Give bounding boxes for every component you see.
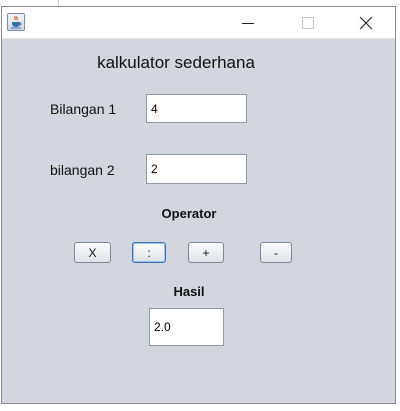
add-button[interactable]: + [188, 242, 224, 263]
title-bar[interactable] [2, 7, 395, 39]
bilangan-2-label: bilangan 2 [50, 162, 115, 178]
form-heading: kalkulator sederhana [97, 53, 255, 72]
multiply-button[interactable]: X [74, 242, 111, 263]
hasil-output[interactable] [149, 308, 224, 346]
minimize-icon [242, 22, 254, 24]
minimize-button[interactable] [225, 7, 271, 38]
subtract-button[interactable]: - [260, 242, 292, 263]
calculator-window: kalkulator sederhana Bilangan 1 bilangan… [1, 6, 396, 404]
operator-label: Operator [161, 206, 217, 221]
java-cup-icon[interactable] [7, 13, 25, 31]
bilangan-2-input[interactable] [146, 154, 247, 184]
close-button[interactable] [343, 7, 389, 38]
close-icon [359, 16, 373, 29]
maximize-icon [302, 16, 314, 29]
bilangan-1-label: Bilangan 1 [50, 101, 117, 117]
bilangan-1-input[interactable] [146, 94, 247, 123]
hasil-label: Hasil [173, 284, 205, 299]
divide-button[interactable]: : [132, 242, 166, 263]
maximize-button[interactable] [285, 7, 331, 38]
